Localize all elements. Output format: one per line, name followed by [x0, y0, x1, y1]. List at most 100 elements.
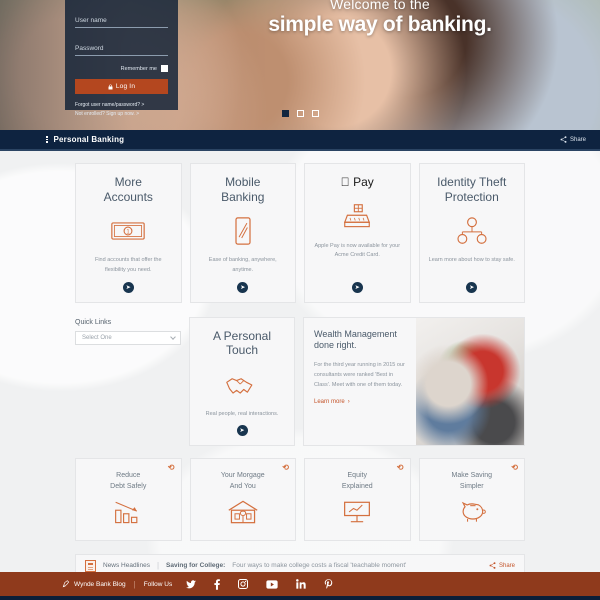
- quick-links-select[interactable]: Select One: [75, 330, 181, 345]
- password-input[interactable]: [75, 45, 168, 56]
- card-reduce-debt-safely[interactable]: ⟲ Reduce Debt Safely: [75, 458, 182, 541]
- card-description: Ease of banking, anywhere, anytime.: [208, 257, 277, 273]
- quick-links-selected-value: Select One: [82, 334, 112, 341]
- pinterest-icon[interactable]: [324, 578, 333, 590]
- card-description: Real people, real interactions.: [205, 410, 279, 417]
- card-your-mortgage-and-you[interactable]: ⟲ Your Morgage And You: [189, 458, 296, 541]
- login-button-label: Log In: [115, 83, 136, 90]
- hero-banner: Welcome to the simple way of banking. Re…: [0, 0, 600, 130]
- wealth-management-promo[interactable]: Wealth Management done right. For the th…: [303, 316, 525, 447]
- remember-me-label: Remember me: [120, 65, 157, 72]
- mini-card-title-line1: Equity: [347, 472, 367, 480]
- username-input[interactable]: [75, 17, 168, 28]
- twitter-icon[interactable]: [186, 579, 197, 589]
- card-title-line1: Identity Theft: [437, 175, 507, 189]
- youtube-icon[interactable]: [266, 579, 278, 589]
- promo-cta-label: Learn more: [314, 399, 345, 406]
- pen-nib-icon: [62, 580, 70, 588]
- remember-me-row[interactable]: Remember me: [75, 65, 168, 72]
- card-apple-pay[interactable]:  Pay: [304, 163, 411, 303]
- card-description: Learn more about how to stay safe.: [428, 257, 515, 264]
- section-title: Personal Banking: [53, 135, 125, 144]
- card-title: More Accounts: [104, 175, 153, 204]
- cash-register-icon: [343, 202, 371, 232]
- declining-bar-chart-icon: [113, 499, 143, 530]
- remember-me-checkbox[interactable]: [161, 65, 168, 72]
- handshake-icon: [225, 370, 259, 400]
- share-icon: [489, 562, 496, 569]
- promo-title: Wealth Management done right.: [314, 329, 406, 352]
- section-share-button[interactable]: Share: [560, 136, 586, 143]
- arrow-right-circle-icon[interactable]: ➤: [236, 425, 248, 437]
- arrow-right-circle-icon[interactable]: ➤: [351, 281, 363, 293]
- blog-link[interactable]: Wynde Bank Blog: [62, 580, 126, 588]
- promo-photo: [416, 317, 524, 446]
- login-button[interactable]: Log In: [75, 79, 168, 94]
- forgot-credentials-link[interactable]: Forgot user name/password? >: [75, 101, 168, 110]
- mini-card-title: Equity Explained: [342, 471, 373, 491]
- carousel-dot-1[interactable]: [281, 110, 289, 117]
- news-separator: |: [156, 561, 160, 571]
- card-personal-touch[interactable]: A Personal Touch Real people, real inter…: [189, 316, 295, 447]
- promo-learn-more-link[interactable]: Learn more ›: [314, 399, 350, 405]
- follow-us-label: Follow Us: [143, 580, 173, 588]
- section-share-label: Share: [569, 136, 586, 143]
- quicklinks-promo-row: Quick Links Select One A Personal Touch: [75, 316, 525, 447]
- linkedin-icon[interactable]: [296, 579, 306, 589]
- presentation-chart-icon: [342, 499, 372, 530]
- refresh-icon[interactable]: ⟲: [397, 464, 404, 472]
- facebook-icon[interactable]: [214, 578, 221, 590]
- quick-links-label: Quick Links: [75, 318, 112, 326]
- card-description: Find accounts that offer the flexibility…: [94, 257, 162, 273]
- news-share-button[interactable]: Share: [489, 562, 515, 569]
- identity-network-icon: [457, 216, 487, 246]
- content-container: More Accounts 1 Find accounts that offer…: [75, 163, 525, 572]
- site-footer: About Us Resources Contact Us Member: [0, 596, 600, 600]
- carousel-dot-3[interactable]: [311, 110, 319, 117]
- card-description: Apple Pay is now available for your Acme…: [314, 242, 401, 259]
- signup-link[interactable]: Not enrolled? Sign up now. >: [75, 110, 168, 119]
- arrow-right-circle-icon[interactable]: ➤: [466, 281, 478, 293]
- card-title: A Personal Touch: [213, 329, 271, 358]
- promo-title-line2: done right.: [314, 340, 357, 351]
- card-title-line1: Mobile: [225, 175, 261, 189]
- card-mobile-banking[interactable]: Mobile Banking Ease of banking, anywhere…: [189, 163, 296, 303]
- arrow-right-circle-icon[interactable]: ➤: [122, 281, 134, 293]
- main-content: More Accounts 1 Find accounts that offer…: [0, 151, 600, 572]
- smartphone-icon: [235, 216, 251, 246]
- carousel-dot-2[interactable]: [296, 110, 304, 117]
- newspaper-icon: [85, 559, 96, 572]
- refresh-icon[interactable]: ⟲: [511, 464, 518, 472]
- card-make-saving-simpler[interactable]: ⟲ Make Saving Simpler: [418, 458, 525, 541]
- mini-card-title-line1: Make Saving: [451, 472, 492, 480]
- chevron-down-icon: [170, 333, 176, 340]
- card-title: Mobile Banking: [221, 175, 264, 204]
- refresh-icon[interactable]: ⟲: [282, 464, 289, 472]
- card-title-line2: Banking: [221, 189, 265, 204]
- news-headline-text[interactable]: Four ways to make college costs a fiscal…: [232, 562, 406, 569]
- mini-card-title: Reduce Debt Safely: [110, 471, 146, 491]
- news-headline-title[interactable]: Saving for College:: [166, 562, 225, 569]
- feature-card-row: More Accounts 1 Find accounts that offer…: [75, 163, 525, 303]
- arrow-right-circle-icon[interactable]: ➤: [237, 281, 249, 293]
- news-headlines-bar[interactable]: News Headlines | Saving for College: Fou…: [75, 553, 525, 572]
- promo-title-line1: Wealth Management: [314, 328, 397, 339]
- card-identity-theft-protection[interactable]: Identity Theft Protection Learn more abo…: [418, 163, 525, 303]
- instagram-icon[interactable]: [238, 579, 249, 589]
- news-share-label: Share: [498, 562, 515, 569]
- card-more-accounts[interactable]: More Accounts 1 Find accounts that offer…: [75, 163, 182, 303]
- chevron-right-icon: ›: [347, 399, 350, 406]
- blog-link-label: Wynde Bank Blog: [74, 580, 126, 588]
- lock-icon: [108, 83, 113, 89]
- kebab-menu-icon[interactable]: [46, 136, 48, 143]
- mini-card-title-line2: Debt Safely: [110, 482, 147, 490]
- piggy-bank-icon: [456, 499, 488, 528]
- mini-card-title-line2: Explained: [341, 482, 373, 490]
- mini-card-title-line1: Reduce: [116, 472, 141, 480]
- news-label: News Headlines: [103, 562, 150, 570]
- mini-card-title: Make Saving Simpler: [452, 471, 492, 491]
- refresh-icon[interactable]: ⟲: [168, 464, 175, 472]
- card-equity-explained[interactable]: ⟲ Equity Explained: [304, 458, 411, 541]
- mini-card-row: ⟲ Reduce Debt Safely ⟲ Your Morgage And …: [75, 458, 525, 541]
- share-icon: [560, 136, 567, 143]
